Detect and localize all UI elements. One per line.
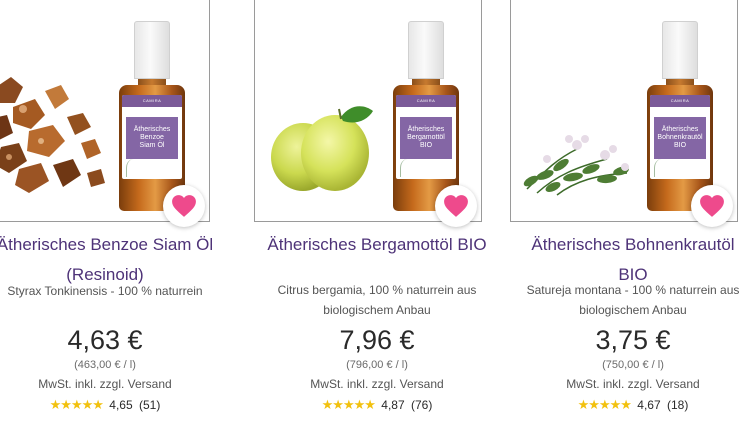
- review-count: (76): [410, 398, 433, 412]
- product-subtitle: Styrax Tonkinensis - 100 % naturrein: [7, 284, 203, 298]
- product-card-bergamotte[interactable]: CAMIRA Ätherisches Bergamottöl BIO Äther…: [254, 0, 500, 421]
- rating-value: 4,67: [637, 398, 661, 412]
- rating[interactable]: ★★★★★ 4,67 (18): [510, 397, 740, 413]
- star-icon: ★★★★★: [49, 397, 104, 412]
- oil-bottle: CAMIRA Ätherisches Bergamottöl BIO: [393, 21, 459, 211]
- product-price: 7,96 €: [339, 325, 415, 355]
- product-price: 4,63 €: [67, 325, 143, 355]
- review-count: (51): [138, 398, 161, 412]
- product-subtitle: Satureja montana - 100 % naturrein aus b…: [526, 283, 740, 317]
- rating-value: 4,87: [381, 398, 405, 412]
- product-card-benzoe[interactable]: CAMIRA Ätherisches Benzoe Siam Öl Ätheri…: [0, 0, 228, 421]
- vat-shipping-note[interactable]: MwSt. inkl. zzgl. Versand: [0, 377, 228, 391]
- heart-icon: [172, 195, 196, 217]
- benzoin-resin-icon: [0, 77, 105, 193]
- star-icon: ★★★★★: [577, 397, 632, 412]
- wishlist-button[interactable]: [435, 185, 477, 227]
- oil-bottle: CAMIRA Ätherisches Benzoe Siam Öl: [119, 21, 185, 211]
- product-subtitle: Citrus bergamia, 100 % naturrein aus bio…: [277, 283, 477, 317]
- savory-herb-icon: [523, 135, 629, 196]
- rating-value: 4,65: [109, 398, 133, 412]
- review-count: (18): [666, 398, 689, 412]
- product-card-bohnenkraut[interactable]: CAMIRA Ätherisches Bohnenkrautöl BIO Äth…: [510, 0, 740, 421]
- wishlist-button[interactable]: [163, 185, 205, 227]
- vat-shipping-note[interactable]: MwSt. inkl. zzgl. Versand: [510, 377, 740, 391]
- unit-price: (463,00 € / l): [74, 359, 136, 371]
- unit-price: (796,00 € / l): [346, 359, 408, 371]
- rating[interactable]: ★★★★★ 4,87 (76): [254, 397, 500, 413]
- heart-icon: [444, 195, 468, 217]
- product-price: 3,75 €: [595, 325, 671, 355]
- vat-shipping-note[interactable]: MwSt. inkl. zzgl. Versand: [254, 377, 500, 391]
- product-title[interactable]: Ätherisches Bergamottöl BIO: [254, 230, 500, 260]
- heart-icon: [700, 195, 724, 217]
- unit-price: (750,00 € / l): [602, 359, 664, 371]
- wishlist-button[interactable]: [691, 185, 733, 227]
- star-icon: ★★★★★: [321, 397, 376, 412]
- oil-bottle: CAMIRA Ätherisches Bohnenkrautöl BIO: [647, 21, 713, 211]
- rating[interactable]: ★★★★★ 4,65 (51): [0, 397, 228, 413]
- bergamot-fruit-icon: [271, 106, 373, 191]
